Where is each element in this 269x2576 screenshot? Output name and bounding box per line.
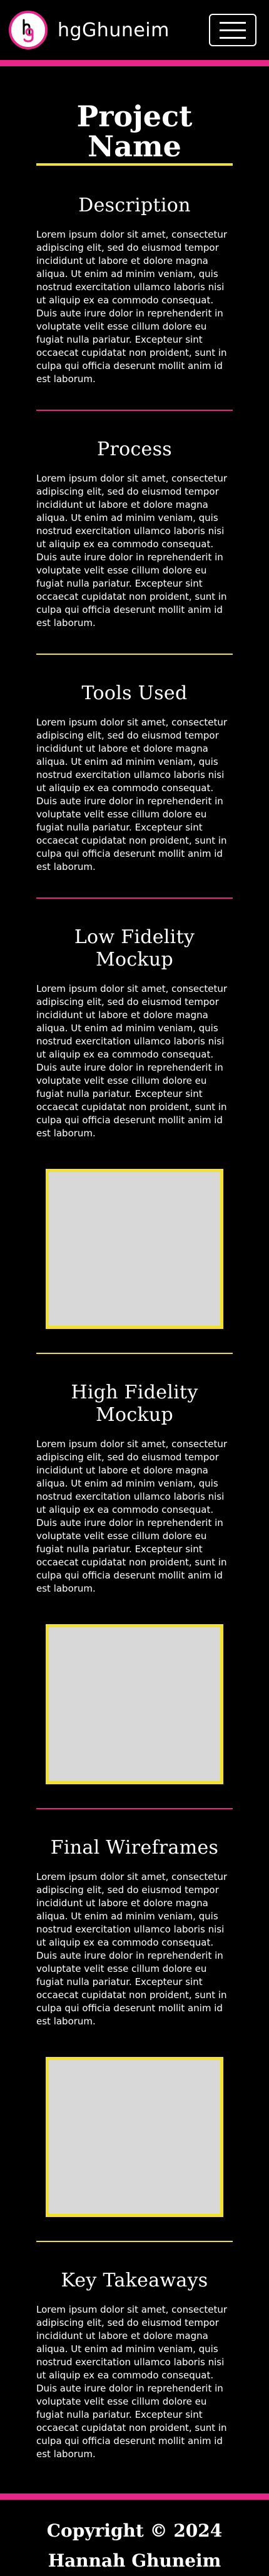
section-body: Lorem ipsum dolor sit amet, consectetur … [36, 982, 228, 1139]
section-divider [36, 1807, 233, 1809]
wireframe-image-placeholder [46, 2056, 223, 2217]
project-title-wrap: Project Name [36, 101, 233, 166]
site-footer: Copyright © 2024 Hannah Ghuneim [0, 2493, 269, 2576]
section-heading: Tools Used [81, 682, 188, 704]
menu-bar [220, 21, 246, 24]
section-divider [36, 2240, 233, 2242]
section-body: Lorem ipsum dolor sit amet, consectetur … [36, 2303, 228, 2460]
mockup-image-placeholder [46, 1624, 223, 1784]
section-body: Lorem ipsum dolor sit amet, consectetur … [36, 228, 228, 385]
section-divider [36, 653, 233, 655]
section-final-wireframes: Final Wireframes Lorem ipsum dolor sit a… [36, 1837, 233, 2217]
section-divider [36, 897, 233, 899]
section-process: Process Lorem ipsum dolor sit amet, cons… [36, 438, 233, 630]
section-heading: Key Takeaways [61, 2269, 208, 2291]
mockup-image-placeholder [46, 1168, 223, 1329]
section-tools-used: Tools Used Lorem ipsum dolor sit amet, c… [36, 682, 233, 874]
section-body: Lorem ipsum dolor sit amet, consectetur … [36, 716, 228, 872]
section-high-fidelity-mockup: High Fidelity Mockup Lorem ipsum dolor s… [36, 1381, 233, 1784]
section-heading: Final Wireframes [50, 1836, 219, 1859]
logo-icon [23, 19, 34, 43]
copyright-text: Copyright © 2024 [46, 2520, 223, 2541]
main-content: Project Name Description Lorem ipsum dol… [0, 101, 269, 2461]
site-header: hgGhuneim [0, 0, 269, 66]
hamburger-menu-icon[interactable] [209, 14, 256, 46]
section-divider [36, 1352, 233, 1354]
section-key-takeaways: Key Takeaways Lorem ipsum dolor sit amet… [36, 2270, 233, 2461]
section-body: Lorem ipsum dolor sit amet, consectetur … [36, 472, 228, 629]
author-name: Hannah Ghuneim [48, 2550, 221, 2571]
section-heading: Process [96, 438, 173, 460]
brand-name[interactable]: hgGhuneim [58, 19, 170, 41]
menu-bar [220, 29, 246, 31]
hg-monogram-logo[interactable] [9, 11, 48, 49]
section-heading: Description [78, 194, 191, 216]
menu-bar [220, 36, 246, 39]
section-divider [36, 409, 233, 411]
section-description: Description Lorem ipsum dolor sit amet, … [36, 194, 233, 386]
section-low-fidelity-mockup: Low Fidelity Mockup Lorem ipsum dolor si… [36, 926, 233, 1329]
section-body: Lorem ipsum dolor sit amet, consectetur … [36, 1438, 228, 1594]
section-heading: Low Fidelity Mockup [74, 926, 195, 971]
section-body: Lorem ipsum dolor sit amet, consectetur … [36, 1871, 228, 2027]
project-title: Project Name [36, 101, 233, 166]
section-heading: High Fidelity Mockup [71, 1381, 198, 1426]
brand[interactable]: hgGhuneim [9, 11, 170, 49]
